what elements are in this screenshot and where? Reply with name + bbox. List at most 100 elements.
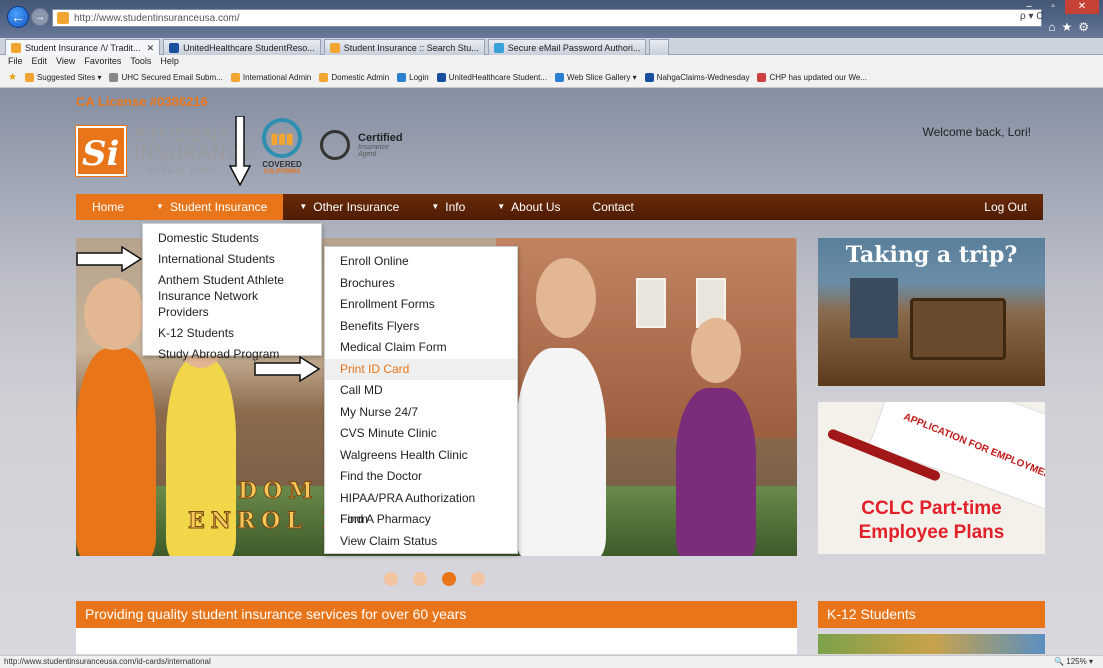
tab-bar: Student Insurance /\/ Tradit... ✕ United…	[0, 38, 1103, 55]
ca-license: CA License #0386216	[76, 94, 208, 109]
annotation-right-arrow-icon	[76, 246, 142, 272]
menu-item-international-students[interactable]: International Students	[143, 251, 321, 267]
hero-person	[676, 388, 756, 556]
nav-home[interactable]: Home	[76, 194, 141, 220]
menu-item-find-the-doctor[interactable]: Find the Doctor	[325, 466, 517, 488]
fav-chp-updated[interactable]: CHP has updated our We...	[757, 73, 867, 82]
promo-taking-a-trip[interactable]: Taking a trip?	[818, 238, 1045, 386]
fav-login[interactable]: Login	[397, 73, 429, 82]
carousel-dot-3[interactable]	[442, 572, 456, 586]
certified-line2: Agent	[358, 151, 377, 158]
tab-favicon-icon	[493, 42, 504, 53]
nav-student-insurance[interactable]: ▼ Student Insurance	[140, 194, 284, 220]
tab-label: Secure eMail Password Authori...	[507, 42, 641, 53]
menu-item-walgreens-health-clinic[interactable]: Walgreens Health Clinic	[325, 445, 517, 467]
menu-item-domestic-students[interactable]: Domestic Students	[143, 230, 321, 246]
nav-contact[interactable]: Contact	[577, 194, 650, 220]
address-url: http://www.studentinsuranceusa.com/	[74, 12, 240, 24]
student-insurance-dropdown: Domestic Students International Students…	[142, 223, 322, 361]
promo-title: Taking a trip?	[845, 242, 1018, 268]
nav-label: Info	[445, 200, 466, 214]
menu-item-medical-claim-form[interactable]: Medical Claim Form	[325, 337, 517, 359]
fav-nahgaclaims[interactable]: NahgaClaims-Wednesday	[644, 73, 749, 82]
fav-icon	[436, 73, 446, 82]
fav-international-admin[interactable]: International Admin	[230, 73, 311, 82]
carousel-dot-2[interactable]	[413, 572, 427, 586]
menu-item-cvs-minute-clinic[interactable]: CVS Minute Clinic	[325, 423, 517, 445]
main-nav: Home ▼ Student Insurance ▼ Other Insuran…	[76, 194, 1043, 220]
menu-help[interactable]: Help	[160, 55, 179, 68]
menu-item-call-md[interactable]: Call MD	[325, 380, 517, 402]
favorites-bar: ★ Suggested Sites ▾ UHC Secured Email Su…	[0, 68, 1103, 88]
menu-item-enroll-online[interactable]: Enroll Online	[325, 251, 517, 273]
browser-tool-icons[interactable]: ⌂★⚙	[1048, 20, 1095, 34]
menu-favorites[interactable]: Favorites	[84, 55, 121, 68]
window-controls: – ▫ ✕	[1017, 0, 1099, 14]
menu-item-find-a-pharmacy[interactable]: Find A Pharmacy	[325, 509, 517, 531]
fav-icon	[24, 73, 34, 82]
menu-edit[interactable]: Edit	[32, 55, 48, 68]
international-submenu: Enroll Online Brochures Enrollment Forms…	[324, 246, 518, 554]
menu-item-print-id-card[interactable]: Print ID Card	[325, 358, 517, 380]
fav-icon	[109, 73, 119, 82]
annotation-down-arrow-icon	[229, 116, 251, 186]
tab-unitedhealthcare[interactable]: UnitedHealthcare StudentReso...	[163, 39, 321, 55]
fav-unitedhealthcare-student[interactable]: UnitedHealthcare Student...	[436, 73, 547, 82]
covered-california-icon: ▮▮▮	[262, 118, 302, 158]
menu-file[interactable]: File	[8, 55, 23, 68]
menu-view[interactable]: View	[56, 55, 75, 68]
back-button[interactable]: ←	[7, 6, 29, 28]
carousel-dot-4[interactable]	[471, 572, 485, 586]
fav-uhc-secured-email[interactable]: UHC Secured Email Subm...	[109, 73, 223, 82]
menu-item-view-claim-status[interactable]: View Claim Status	[325, 531, 517, 553]
menu-item-k12-students[interactable]: K-12 Students	[143, 325, 321, 341]
close-window-icon[interactable]: ✕	[1065, 0, 1099, 14]
nav-other-insurance[interactable]: ▼ Other Insurance	[283, 194, 415, 220]
certified-seal-icon	[320, 130, 350, 160]
tab-secure-email[interactable]: Secure eMail Password Authori...	[487, 39, 647, 55]
maximize-icon[interactable]: ▫	[1041, 0, 1065, 14]
browser-titlebar: ← → http://www.studentinsuranceusa.com/ …	[0, 0, 1103, 38]
new-tab-button[interactable]	[649, 39, 670, 55]
menu-item-anthem-student-athlete[interactable]: Anthem Student Athlete Insurance Network…	[143, 272, 321, 320]
nav-log-out[interactable]: Log Out	[968, 194, 1043, 220]
address-bar[interactable]: http://www.studentinsuranceusa.com/	[52, 9, 1042, 27]
k12-image[interactable]	[818, 634, 1045, 654]
promo-traveler	[850, 278, 898, 338]
zoom-level[interactable]: 🔍 125% ▾	[1054, 656, 1093, 668]
tab-favicon-icon	[169, 42, 180, 53]
minimize-icon[interactable]: –	[1017, 0, 1041, 14]
menu-item-brochures[interactable]: Brochures	[325, 273, 517, 295]
promo-cclc-employee-plans[interactable]: APPLICATION FOR EMPLOYMENT CCLC Part-tim…	[818, 402, 1045, 554]
site-favicon-icon	[57, 12, 69, 24]
fav-suggested-sites[interactable]: Suggested Sites ▾	[24, 73, 101, 82]
menu-item-hipaa-authorization[interactable]: HIPAA/PRA Authorization Form	[325, 488, 517, 527]
tab-close-icon[interactable]: ✕	[147, 40, 155, 55]
fav-domestic-admin[interactable]: Domestic Admin	[319, 73, 389, 82]
forward-button[interactable]: →	[31, 8, 49, 26]
hero-person	[76, 348, 156, 556]
carousel-dot-1[interactable]	[384, 572, 398, 586]
tab-favicon-icon	[329, 42, 340, 53]
promo-caption-line1: CCLC Part-time	[861, 498, 1002, 519]
menu-tools[interactable]: Tools	[130, 55, 151, 68]
favorites-star-icon[interactable]: ★	[8, 72, 17, 83]
student-insurance-logo[interactable]: Si STUDENT INSURANCE SINCE 1950	[75, 125, 254, 177]
hero-window	[636, 278, 666, 328]
status-bar: http://www.studentinsuranceusa.com/id-ca…	[0, 655, 1103, 668]
tab-favicon-icon	[11, 42, 21, 53]
menu-item-my-nurse[interactable]: My Nurse 24/7	[325, 402, 517, 424]
tab-label: Student Insurance :: Search Stu...	[343, 42, 479, 53]
nav-label: Other Insurance	[313, 200, 400, 214]
tab-search-students[interactable]: Student Insurance :: Search Stu...	[323, 39, 485, 55]
tab-student-insurance[interactable]: Student Insurance /\/ Tradit... ✕	[5, 39, 161, 55]
fav-icon	[319, 73, 329, 82]
fav-web-slice-gallery[interactable]: Web Slice Gallery ▾	[555, 73, 637, 82]
suitcase-icon	[910, 298, 1006, 360]
menu-item-benefits-flyers[interactable]: Benefits Flyers	[325, 316, 517, 338]
nav-about-us[interactable]: ▼ About Us	[481, 194, 576, 220]
status-url: http://www.studentinsuranceusa.com/id-ca…	[4, 657, 211, 666]
nav-info[interactable]: ▼ Info	[415, 194, 481, 220]
nav-label: Student Insurance	[169, 200, 268, 214]
menu-item-enrollment-forms[interactable]: Enrollment Forms	[325, 294, 517, 316]
